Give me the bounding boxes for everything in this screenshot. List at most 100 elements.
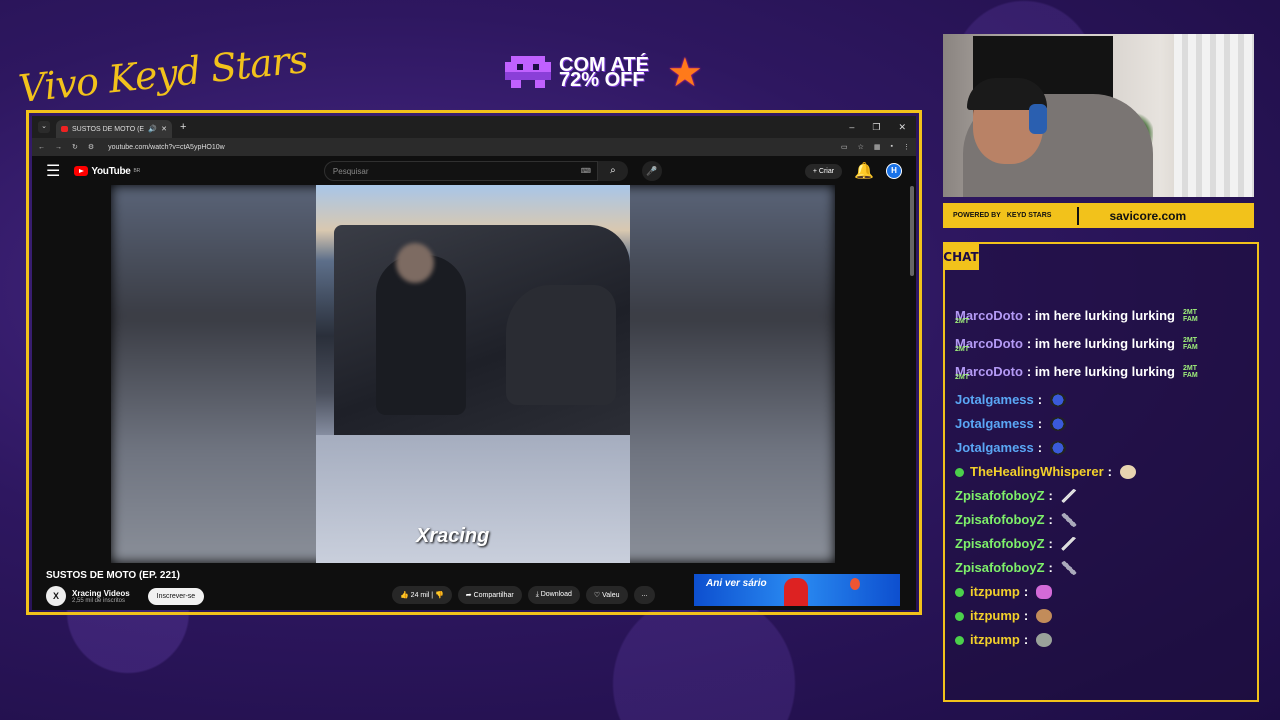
chat-username[interactable]: TheHealingWhisperer — [970, 460, 1104, 484]
url-field[interactable]: youtube.com/watch?v=ctA5ypHO10w — [108, 144, 225, 151]
youtube-play-icon — [74, 166, 89, 176]
video-actions: 👍 24 mil | 👎 ➦ Compartilhar ⤓ Download ♡… — [392, 586, 656, 604]
share-button[interactable]: ➦ Compartilhar — [457, 586, 522, 604]
chat-tag: 2MT FAM — [1182, 365, 1198, 379]
webcam-curtain — [1174, 34, 1254, 197]
chat-username[interactable]: Jotalgamess — [955, 436, 1034, 460]
chat-emote-icon — [1036, 585, 1053, 599]
thumbs-down-icon[interactable]: 👎 — [435, 592, 444, 599]
chat-emote-icon — [1060, 513, 1077, 527]
more-actions-button[interactable]: ... — [633, 586, 656, 604]
promo-text: COM ATÉ 72% OFF — [559, 55, 649, 91]
chat-message: Jotalgamess : — [955, 412, 1247, 436]
channel-name[interactable]: Xracing Videos — [72, 589, 130, 598]
chat-separator: : — [1023, 632, 1029, 647]
chat-message: ZpisafofoboyZ : — [955, 556, 1247, 580]
channel-info: X Xracing Videos 2,55 mil de inscritos I… — [46, 586, 205, 606]
ad-banner[interactable]: Ani ver sário — [694, 574, 900, 606]
powered-by-text: POWERED BY — [953, 212, 1001, 219]
chat-message: itzpump : — [955, 604, 1247, 628]
youtube-favicon-icon — [61, 126, 68, 132]
chat-separator: : — [1048, 536, 1053, 551]
chat-username[interactable]: ZpisafofoboyZ — [955, 484, 1045, 508]
chat-separator: : — [1048, 512, 1053, 527]
page-scrollbar[interactable] — [910, 186, 914, 276]
like-count: 24 mil — [410, 592, 430, 599]
thanks-button[interactable]: ♡ Valeu — [585, 586, 628, 604]
chat-emote-icon — [1060, 537, 1077, 551]
verified-badge-icon — [955, 467, 964, 477]
youtube-header: ☰ YouTube BR Pesquisar ⌨ ⌕ 🎤 + Criar 🔔 H — [32, 156, 916, 186]
country-code: BR — [133, 168, 141, 174]
chat-separator: : — [1037, 440, 1043, 455]
chat-separator: : — [1023, 584, 1029, 599]
chat-username[interactable]: ZpisafofoboyZ — [955, 556, 1045, 580]
video-frame: Xracing — [316, 185, 630, 563]
reload-button[interactable]: ↻ — [72, 143, 78, 151]
browser-menu-icon[interactable]: ⋮ — [903, 143, 910, 151]
back-button[interactable]: ← — [38, 144, 45, 151]
subscribe-button[interactable]: Inscrever-se — [147, 587, 205, 605]
chat-username[interactable]: ZpisafofoboyZ — [955, 532, 1045, 556]
sponsor-name: savicore.com — [1109, 208, 1187, 223]
window-controls: – ❐ ✕ — [849, 122, 916, 133]
verified-badge-icon — [955, 611, 964, 621]
youtube-logo-text: YouTube — [91, 165, 131, 177]
download-button[interactable]: ⤓ Download — [527, 586, 580, 604]
new-tab-button[interactable]: + — [180, 121, 186, 133]
chat-messages: MarcoDoto : im here lurking lurking 2MT FA… — [955, 304, 1247, 652]
like-button[interactable]: 👍 24 mil | 👎 — [392, 586, 452, 604]
heart-dollar-icon: ♡ — [593, 592, 603, 599]
bookmark-star-icon[interactable]: ☆ — [858, 143, 864, 151]
ad-person-image — [784, 578, 808, 606]
minimize-button[interactable]: – — [849, 122, 854, 133]
create-label: Criar — [818, 167, 835, 175]
chat-username[interactable]: itzpump — [970, 628, 1020, 652]
chat-panel: CHAT MarcoDoto : im here lurking lurking… — [943, 242, 1259, 702]
speaker-icon: 🔊 — [148, 126, 158, 133]
search-input[interactable]: Pesquisar ⌨ — [323, 161, 598, 181]
balloon-icon — [850, 578, 860, 590]
keyboard-icon[interactable]: ⌨ — [581, 167, 591, 175]
site-info-icon[interactable]: ⚙ — [88, 143, 94, 151]
cast-icon[interactable]: ▭ — [841, 143, 848, 151]
tab-close-icon[interactable]: ✕ — [161, 125, 167, 133]
car-dashboard — [506, 285, 616, 405]
download-label: Download — [540, 591, 572, 598]
chat-emote-icon — [1050, 417, 1067, 431]
search-button[interactable]: ⌕ — [597, 161, 628, 181]
forward-button[interactable]: → — [55, 144, 62, 151]
youtube-logo[interactable]: YouTube BR — [74, 166, 140, 177]
profile-icon[interactable]: ▪ — [891, 143, 893, 151]
verified-badge-icon — [955, 635, 964, 645]
browser-tab[interactable]: SUSTOS DE MOTO (EP. 221) 🔊 ✕ — [56, 120, 172, 138]
chat-emote-icon — [1050, 393, 1067, 407]
notifications-bell-icon[interactable]: 🔔 — [854, 161, 874, 181]
share-label: Compartilhar — [473, 592, 514, 599]
chat-username[interactable]: itzpump — [970, 580, 1020, 604]
channel-avatar[interactable]: X — [46, 586, 66, 606]
maximize-button[interactable]: ❐ — [872, 122, 880, 133]
chat-separator: : im here lurking lurking — [1026, 364, 1175, 379]
chat-separator: : — [1048, 488, 1053, 503]
account-avatar[interactable]: H — [886, 163, 902, 179]
hamburger-menu-icon[interactable]: ☰ — [46, 161, 60, 181]
tab-list-button[interactable]: ⌄ — [38, 121, 50, 133]
chat-emote-icon — [1036, 609, 1053, 623]
video-player[interactable]: Xracing — [111, 185, 835, 563]
search-placeholder: Pesquisar — [332, 166, 369, 176]
chat-username[interactable]: ZpisafofoboyZ — [955, 508, 1045, 532]
chat-tag: 2MT FAM — [1182, 309, 1198, 323]
ad-text: Ani ver sário — [706, 578, 767, 589]
extensions-icon[interactable]: ▦ — [874, 143, 881, 151]
subscriber-count: 2,55 mil de inscritos — [72, 597, 126, 604]
close-window-button[interactable]: ✕ — [898, 122, 906, 133]
chat-emote-icon — [1036, 633, 1053, 647]
create-button[interactable]: + Criar — [804, 163, 843, 179]
chat-username[interactable]: itzpump — [970, 604, 1020, 628]
chat-username[interactable]: Jotalgamess — [955, 412, 1034, 436]
chat-message: ZpisafofoboyZ : — [955, 532, 1247, 556]
mic-icon[interactable]: 🎤 — [641, 161, 662, 181]
promo-line2: 72% OFF — [559, 69, 645, 91]
chat-username[interactable]: Jotalgamess — [955, 388, 1034, 412]
